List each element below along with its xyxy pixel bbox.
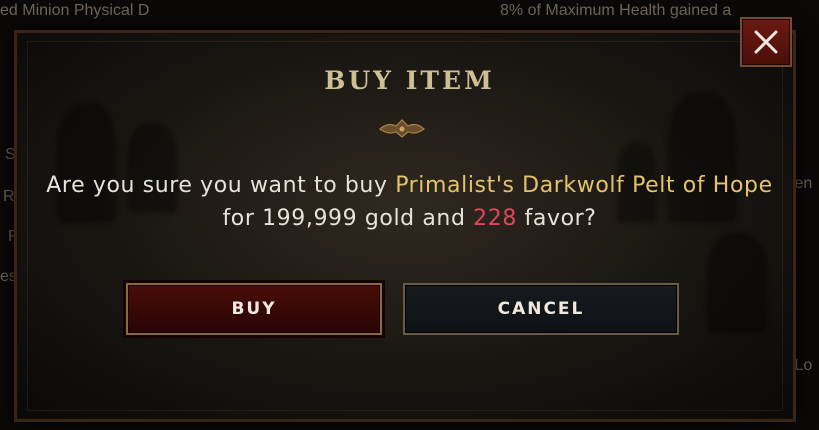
buy-button-label: BUY	[231, 299, 277, 319]
dialog-title: BUY ITEM	[324, 66, 495, 95]
confirmation-message: Are you sure you want to buy Primalist's…	[40, 169, 779, 235]
background-text: 8% of Maximum Health gained a	[500, 2, 732, 19]
buy-button[interactable]: BUY	[126, 283, 382, 335]
cancel-button[interactable]: CANCEL	[403, 283, 679, 335]
item-name: Primalist's Darkwolf Pelt of Hope	[395, 173, 773, 198]
favor-amount: 228	[473, 206, 517, 231]
decorative-figure	[707, 233, 767, 333]
close-icon	[754, 30, 778, 54]
cancel-button-label: CANCEL	[497, 299, 585, 319]
message-suffix: favor?	[516, 206, 597, 231]
ornament-divider-icon	[200, 119, 604, 138]
message-middle: for 199,999 gold and	[222, 206, 474, 231]
background-text: R	[3, 188, 15, 205]
message-prefix: Are you sure you want to buy	[46, 173, 396, 198]
close-button[interactable]	[740, 17, 792, 67]
background-text: ed Minion Physical D	[0, 2, 150, 19]
